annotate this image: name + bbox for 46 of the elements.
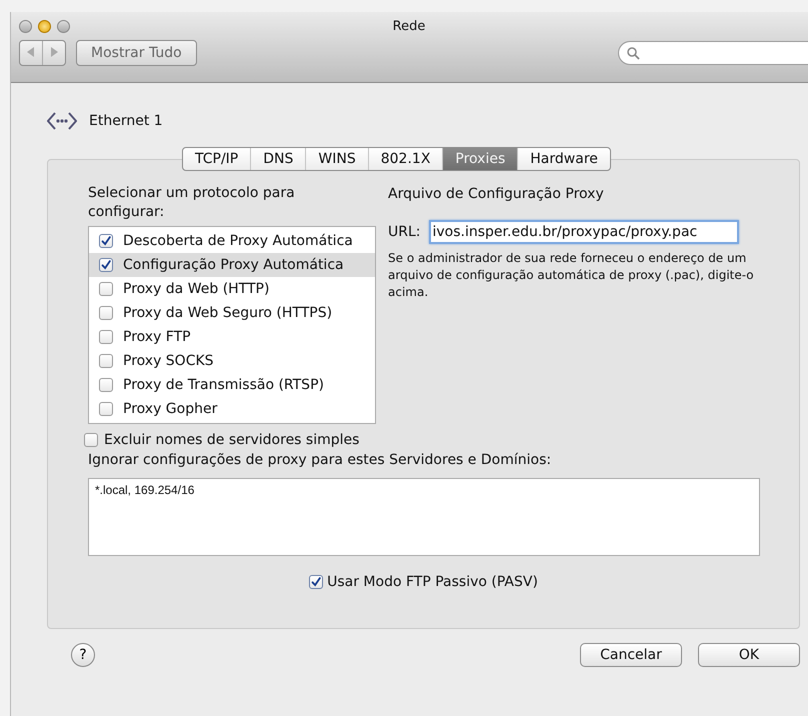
checkbox[interactable] — [99, 282, 113, 296]
network-arrows-icon — [47, 111, 77, 131]
zoom-button[interactable] — [57, 20, 70, 32]
checkbox-label[interactable]: Usar Modo FTP Passivo (PASV) — [327, 574, 538, 590]
help-text: Se o administrador de sua rede forneceu o endereço de um arquivo de configuração automática de proxy (.pac), digite-o acima. — [388, 250, 755, 301]
checkbox[interactable] — [99, 306, 113, 320]
window-title: Rede — [392, 18, 426, 34]
search-icon — [627, 46, 640, 60]
checkbox[interactable] — [99, 378, 113, 392]
bypass-field[interactable]: *.local, 169.254/16 — [88, 478, 760, 556]
right-arrow-icon[interactable] — [50, 47, 58, 57]
service-name: Ethernet 1 — [89, 113, 163, 129]
url-field[interactable]: ivos.insper.edu.br/proxypac/proxy.pac — [428, 220, 738, 244]
protocol-item[interactable]: Proxy Gopher — [123, 401, 218, 417]
close-button[interactable] — [19, 20, 32, 32]
tab[interactable]: DNS — [250, 148, 306, 170]
protocol-item[interactable]: Descoberta de Proxy Automática — [123, 233, 353, 249]
checkbox[interactable] — [84, 433, 98, 447]
help-button[interactable]: ? — [71, 643, 95, 667]
checkbox[interactable] — [99, 354, 113, 368]
protocol-item[interactable]: Proxy da Web (HTTP) — [123, 281, 270, 297]
protocol-label: Selecionar um protocolo para configurar: — [88, 184, 296, 222]
checkbox[interactable] — [99, 330, 113, 344]
tab[interactable]: WINS — [305, 148, 368, 170]
show-all-button[interactable]: Mostrar Tudo — [76, 40, 197, 66]
protocol-item[interactable]: Proxy FTP — [123, 329, 191, 345]
protocol-item[interactable]: Proxy de Transmissão (RTSP) — [123, 377, 324, 393]
checkbox-label[interactable]: Excluir nomes de servidores simples — [104, 432, 360, 448]
checkbox[interactable] — [99, 258, 113, 272]
search-field[interactable] — [618, 41, 808, 65]
checkbox[interactable] — [99, 402, 113, 416]
back-forward-control[interactable] — [19, 40, 66, 66]
checkbox[interactable] — [99, 234, 113, 248]
bypass-label: Ignorar configurações de proxy para estes Servidores e Domínios: — [88, 452, 552, 468]
checkbox[interactable] — [309, 575, 324, 589]
minimize-button[interactable] — [38, 20, 51, 32]
dialog-button[interactable]: Cancelar — [580, 643, 682, 667]
protocol-item[interactable]: Proxy SOCKS — [123, 353, 214, 369]
url-label: URL: — [388, 224, 420, 240]
section-title: Arquivo de Configuração Proxy — [388, 186, 605, 202]
tab[interactable]: Hardware — [517, 148, 610, 170]
tab[interactable]: TCP/IP — [183, 148, 250, 170]
left-arrow-icon[interactable] — [27, 47, 35, 57]
tab[interactable]: Proxies — [442, 148, 518, 170]
dialog-button[interactable]: OK — [698, 643, 800, 667]
protocol-item[interactable]: Proxy da Web Seguro (HTTPS) — [123, 305, 332, 321]
